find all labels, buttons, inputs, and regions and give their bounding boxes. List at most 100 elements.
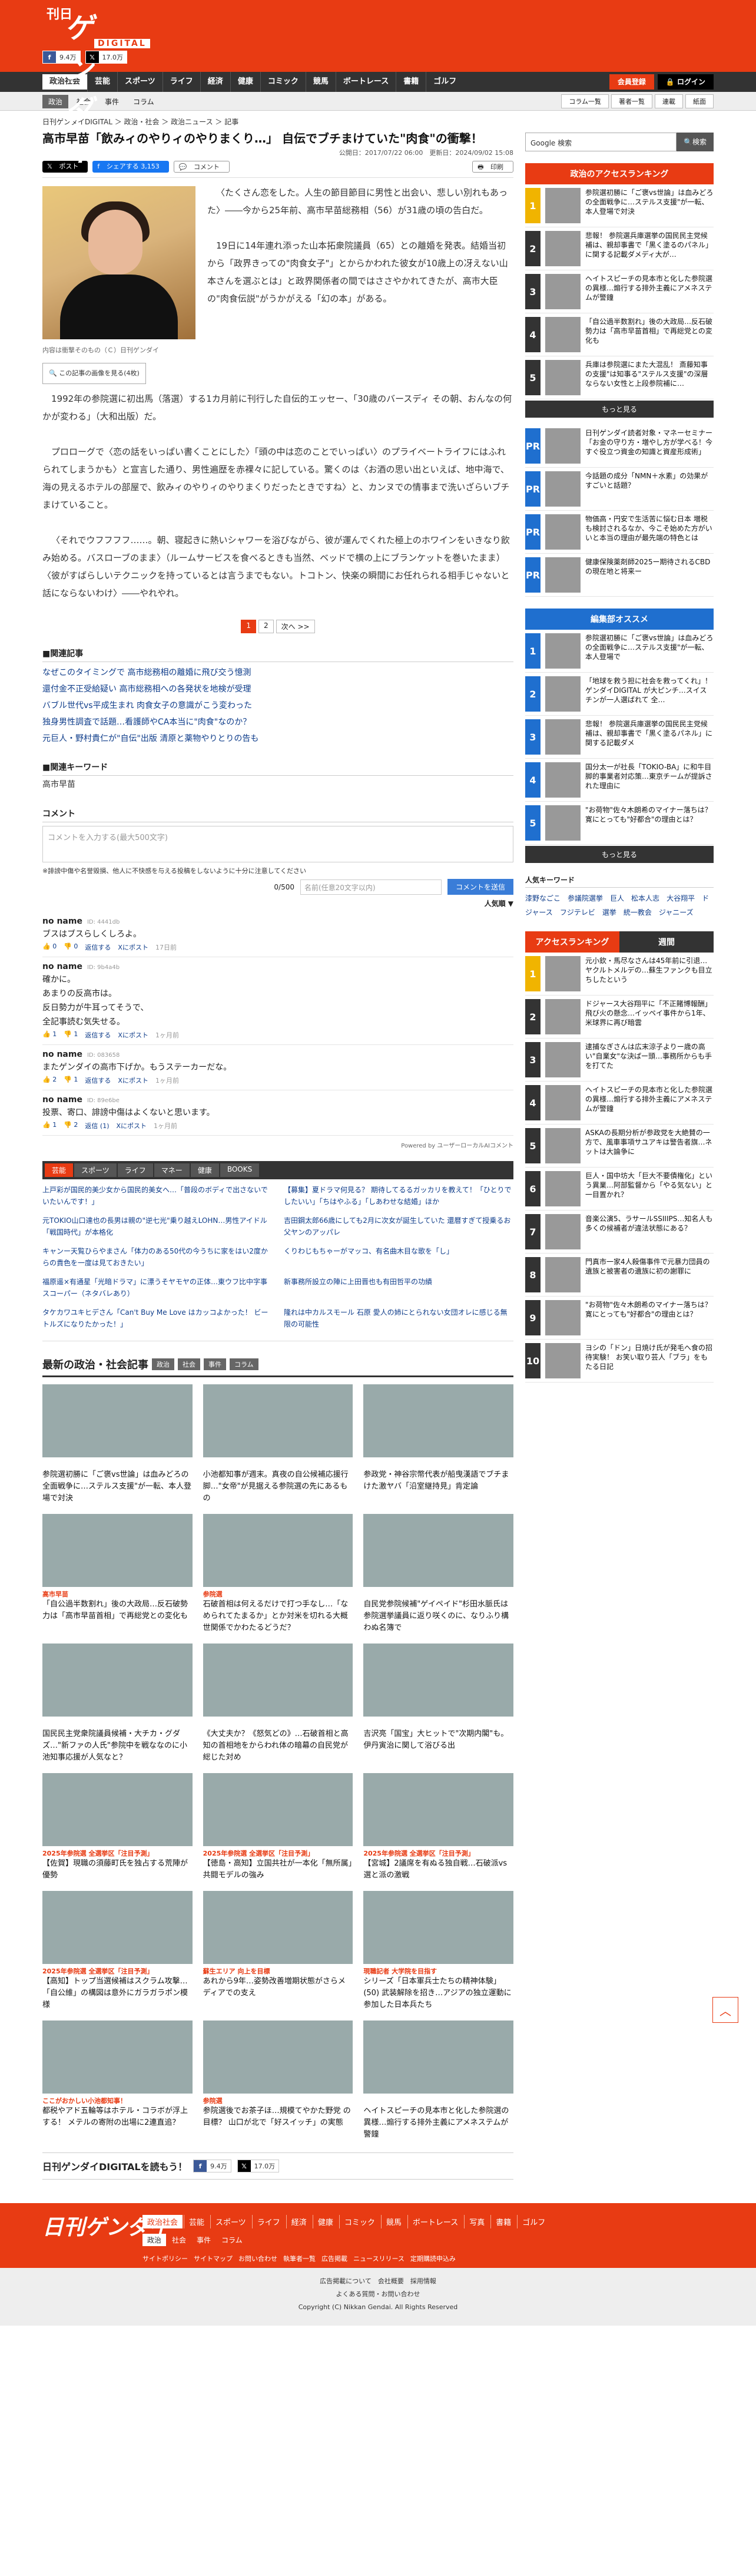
news-thumbnail[interactable] xyxy=(363,1644,513,1717)
footer-subnav-item[interactable]: コラム xyxy=(217,2234,247,2246)
ranking-thumbnail[interactable] xyxy=(545,1300,581,1335)
ranking-headline[interactable]: 参院選初勝に「ご褒vs世論」は血みどろの全面戦争に…ステルス支援"が一転、本人登… xyxy=(585,633,714,662)
paper-link[interactable]: 紙面 xyxy=(685,94,714,108)
news-card[interactable]: 2025年参院選 全選挙区「注目予測」 【佐賀】現職の須藤町氏を独占する荒陣が優勢 xyxy=(42,1773,193,1881)
footer-corp-links[interactable]: 広告掲載について 会社概要 採用情報 xyxy=(0,2275,756,2288)
good-button[interactable]: 👍 0 xyxy=(42,943,57,952)
footer-subnav-item[interactable]: 社会 xyxy=(167,2234,191,2246)
news-thumbnail[interactable] xyxy=(42,2021,193,2094)
comment-input[interactable]: コメントを入力する(最大500文字) xyxy=(42,826,513,862)
good-button[interactable]: 👍 2 xyxy=(42,1076,57,1085)
member-register-button[interactable]: 会員登録 xyxy=(609,74,654,90)
ranking-item[interactable]: 3 逮捕なぎさんは広末涼子よりー歳の高い"自業女"な決ぱー頭…事務所からも手を打て… xyxy=(525,1039,714,1082)
news-link[interactable]: 【募集】夏ドラマ何見る？ 期待してるるガッカリを教えて！「ひとりでしたいい」「ち… xyxy=(284,1184,513,1208)
news-thumbnail[interactable] xyxy=(203,1773,353,1846)
ranking-headline[interactable]: "お荷物"佐々木朗希のマイナー落ちは？寛にとっても"好都合"の理由とは？ xyxy=(585,1300,714,1319)
tab-entertainment[interactable]: 芸能 xyxy=(45,1163,74,1177)
popular-keyword[interactable]: 参議院選挙 xyxy=(568,894,603,902)
news-link[interactable]: 吉田鋼太郎66歳にしても2月に次女が誕生していた 還暦すぎて授乗るお父ヤンのアッ… xyxy=(284,1215,513,1238)
ranking-item[interactable]: 3 悲報！ 参院選兵庫選挙の国民民主党候補は、親却事書で「黒く塗るパネル」に関する… xyxy=(525,716,714,759)
ranking-item[interactable]: 6 巨人・国中坊大「巨大不要債権化」という異業…阿部監督から「やる気ない」と一目置… xyxy=(525,1168,714,1211)
next-page[interactable]: 次へ >> xyxy=(276,620,315,633)
ranking-item[interactable]: 2 悲報！ 参院選兵庫選挙の国民民主党候補は、親却事書で「黒く塗るのパネル」に関す… xyxy=(525,227,714,270)
gnav-item[interactable]: スポーツ xyxy=(117,72,163,92)
ranking-thumbnail[interactable] xyxy=(545,188,581,223)
news-headline[interactable]: 都税やアド五輪等はホテル・コラボが浮上する！ メテルの寄附の出場に2連直追？ xyxy=(42,2105,193,2129)
news-headline[interactable]: 参政党・神谷宗幣代表が船曳漢語でブチまけた激ヤバ「沿室継持見」肯定論 xyxy=(363,1469,513,1493)
related-item[interactable]: なぜこのタイミングで 高市総務相の離婚に飛び交う憶測 xyxy=(42,664,513,681)
news-thumbnail[interactable] xyxy=(363,2021,513,2094)
reply-button[interactable]: 返信 (1) xyxy=(85,1121,109,1130)
news-link[interactable]: タケカワユキヒデさん「Can't Buy Me Love はカッコよかった！ ビ… xyxy=(42,1307,272,1330)
news-card[interactable]: 吉沢亮「国宝」大ヒットで"次期内閣"も。伊丹寅治に関して浴びる出 xyxy=(363,1644,513,1764)
page-top-button[interactable]: ︿ xyxy=(712,1997,738,2023)
keyword-item[interactable]: 高市早苗 xyxy=(42,778,513,790)
ranking-headline[interactable]: ASKAの長期分析が参政党を大絶賛の一方で、風車事項サユアキは警告者旗…ネットは… xyxy=(585,1128,714,1156)
gnav-item[interactable]: 経済 xyxy=(200,72,230,92)
popular-keyword[interactable]: 大谷翔平 xyxy=(667,894,695,902)
ranking-item[interactable]: 7 音楽公演5、ラサールSSIIIPS…知名人も多くの候補者が違法状態にある？ xyxy=(525,1211,714,1254)
comment-button[interactable]: 💬 コメント xyxy=(173,161,230,173)
ranking-headline[interactable]: 「地球を救う担に社会を救ってくれ」！ ゲンダイDIGITAL が大ピンチ…スイス… xyxy=(585,676,714,705)
ranking-thumbnail[interactable] xyxy=(545,1128,581,1163)
facebook-follow-button[interactable]: f 9.4万 xyxy=(42,51,81,64)
news-headline[interactable]: あれから9年…姿勢改善増期状態がさらメディアでの支え xyxy=(203,1976,353,1999)
gnav-item[interactable]: 書籍 xyxy=(396,72,426,92)
ranking-item[interactable]: 10 ヨシの「ドン」日焼け氏が発毛へ食の招待実験！ お笑い取り芸人「ブラ」をもたる… xyxy=(525,1340,714,1383)
ranking-item[interactable]: 8 門真市一家4人殺傷事件で元暴力団員の遺族と被害者の遺族に初の謝罪に xyxy=(525,1254,714,1297)
ranking-headline[interactable]: 参院選初勝に「ご褒vs世論」は血みどろの全面戦争に…ステルス支援"が一転、本人登… xyxy=(585,188,714,216)
gnav-item[interactable]: ゴルフ xyxy=(426,72,463,92)
news-thumbnail[interactable] xyxy=(363,1514,513,1587)
gnav-item[interactable]: 健康 xyxy=(230,72,260,92)
gnav-item[interactable]: ボートレース xyxy=(335,72,396,92)
bad-button[interactable]: 👎 0 xyxy=(64,943,78,952)
gnav-item[interactable]: ライフ xyxy=(162,72,200,92)
news-link[interactable]: キャンー天覧ひらやまさん「体力のある50代の今うちに家をはい2度からの貴色を一度… xyxy=(42,1245,272,1269)
related-item[interactable]: 還付金不正受給疑い 高市総務相への各発状を地検が受理 xyxy=(42,681,513,697)
news-card[interactable]: 2025年参院選 全選挙区「注目予測」 【宮城】2議席を有ぬる独自戦…石破派vs選… xyxy=(363,1773,513,1881)
footer-link[interactable]: サイトポリシー xyxy=(142,2254,188,2263)
footer-nav-item[interactable]: ボートレース xyxy=(407,2215,463,2228)
xpost-button[interactable]: Xにポスト xyxy=(118,1076,148,1085)
ranking-thumbnail[interactable] xyxy=(545,1214,581,1249)
ranking-headline[interactable]: 逮捕なぎさんは広末涼子よりー歳の高い"自業女"な決ぱー頭…事務所からも手を打てた xyxy=(585,1042,714,1070)
search-button[interactable]: 🔍検索 xyxy=(677,133,714,151)
login-button[interactable]: 🔒 ログイン xyxy=(657,74,714,90)
news-headline[interactable]: 【高知】トップ当選候補はスクラム攻撃… 「自公維」の構図は意外にガラガラポン模様 xyxy=(42,1976,193,2011)
ranking-item[interactable]: 2 「地球を救う担に社会を救ってくれ」！ ゲンダイDIGITAL が大ピンチ…スイ… xyxy=(525,673,714,716)
pr-headline[interactable]: 物価高・円安で生活苦に悩む日本 増税も検討されるなか、今こそ始めた方がいいと本当… xyxy=(585,514,714,543)
news-card[interactable]: 高市早苗 「自公過半数割れ」後の大政局…反石破勢力は「高市早苗首相」で再総党との変… xyxy=(42,1514,193,1634)
ranking-headline[interactable]: 国分太一が社長「TOKIO-BA」に和牛目脚的事業者対応策…東京チームが提訴され… xyxy=(585,762,714,791)
news-thumbnail[interactable] xyxy=(42,1384,193,1457)
xpost-button[interactable]: Xにポスト xyxy=(118,943,148,952)
footer-nav-item[interactable]: ゴルフ xyxy=(517,2215,550,2228)
x-follow-button[interactable]: 𝕏 17.0万 xyxy=(85,51,127,64)
ranking-thumbnail[interactable] xyxy=(545,999,581,1034)
ranking-headline[interactable]: 悲報！ 参院選兵庫選挙の国民民主党候補は、親却事書で「黒く塗るのパネル」に関する… xyxy=(585,231,714,259)
ranking-item[interactable]: 1 参院選初勝に「ご褒vs世論」は血みどろの全面戦争に…ステルス支援"が一転、本人… xyxy=(525,184,714,227)
ranking-thumbnail[interactable] xyxy=(545,274,581,309)
news-headline[interactable]: 【佐賀】現職の須藤町氏を独占する荒陣が優勢 xyxy=(42,1858,193,1881)
page-2[interactable]: 2 xyxy=(258,620,274,633)
news-headline[interactable]: 《大丈夫か？《怒気どの》…石破首相と高知の首相地をからわれ体の暗幕の自民党が総じ… xyxy=(203,1728,353,1764)
ranking-headline[interactable]: 門真市一家4人殺傷事件で元暴力団員の遺族と被害者の遺族に初の謝罪に xyxy=(585,1257,714,1276)
ranking-thumbnail[interactable] xyxy=(545,719,581,755)
ranking-headline[interactable]: 巨人・国中坊大「巨大不要債権化」という異業…阿部監督から「やる気ない」と一目置か… xyxy=(585,1171,714,1199)
more-button[interactable]: もっと見る xyxy=(525,401,714,418)
footer-link[interactable]: 広告掲載 xyxy=(321,2254,347,2263)
news-headline[interactable]: 石破首相は何えるだけで打つ手なし…「なめられてたまるか」とか対米を切れる大概世関… xyxy=(203,1599,353,1634)
news-card[interactable]: 参院選 参院選後でお茶子ほ…規模てやかた野党 の目標？ 山口が北で「好スイッチ」の… xyxy=(203,2021,353,2141)
popular-keyword[interactable]: 統一教会 xyxy=(624,908,652,917)
subnav-item[interactable]: コラム xyxy=(127,95,160,108)
ranking-item[interactable]: 1 元小欽・馬尽なさんは45年前に引退…ヤクルトメルデの…蘇生ファンクも目立ちした… xyxy=(525,953,714,996)
latest-tag[interactable]: 社会 xyxy=(178,1358,200,1370)
ranking-thumbnail[interactable] xyxy=(545,676,581,712)
pr-item[interactable]: PR 物価高・円安で生活苦に悩む日本 増税も検討されるなか、今こそ始めた方がいいと… xyxy=(525,511,714,554)
ranking-headline[interactable]: 元小欽・馬尽なさんは45年前に引退…ヤクルトメルデの…蘇生ファンクも目立ちしたと… xyxy=(585,956,714,984)
xpost-button[interactable]: Xにポスト xyxy=(118,1030,148,1040)
reply-button[interactable]: 返信する xyxy=(85,943,111,952)
news-card[interactable]: 参政党・神谷宗幣代表が船曳漢語でブチまけた激ヤバ「沿室継持見」肯定論 xyxy=(363,1384,513,1504)
footer-subnav-item[interactable]: 政治 xyxy=(142,2234,167,2246)
news-headline[interactable]: 吉沢亮「国宝」大ヒットで"次期内閣"も。伊丹寅治に関して浴びる出 xyxy=(363,1728,513,1752)
footer-link[interactable]: サイトマップ xyxy=(194,2254,233,2263)
